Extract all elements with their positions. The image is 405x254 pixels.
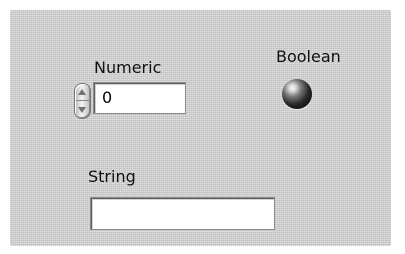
increment-decrement-arrows-icon[interactable] — [74, 83, 91, 119]
boolean-label: Boolean — [276, 47, 341, 66]
front-panel: Numeric 0 Boolean String — [10, 10, 391, 246]
led-indicator-icon[interactable] — [282, 79, 312, 109]
string-label: String — [88, 167, 136, 186]
numeric-label: Numeric — [94, 58, 162, 77]
increment-arrow-icon[interactable] — [78, 89, 86, 95]
numeric-input[interactable]: 0 — [93, 82, 186, 114]
decrement-arrow-icon[interactable] — [78, 107, 86, 113]
string-input[interactable] — [90, 197, 275, 230]
